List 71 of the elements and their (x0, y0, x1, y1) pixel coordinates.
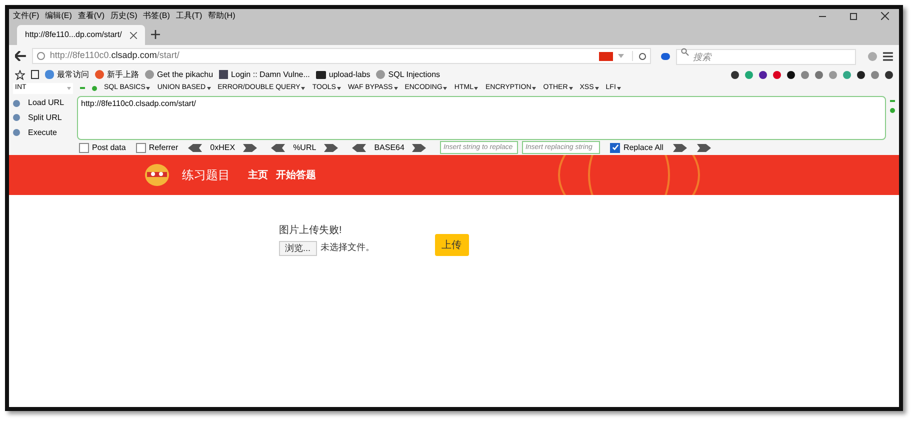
close-icon[interactable] (130, 32, 137, 38)
right-arrow-icon[interactable] (697, 144, 712, 152)
site-title: 练习题目 (182, 167, 230, 184)
flag-icon (599, 52, 614, 60)
left-arrow-icon[interactable] (188, 144, 202, 152)
nav-link[interactable]: 主页 (248, 168, 268, 182)
dropdown-icon (336, 86, 341, 90)
left-arrow-icon[interactable] (352, 144, 366, 152)
encoder-label: %URL (293, 142, 316, 154)
back-icon[interactable] (15, 51, 26, 61)
menu-item[interactable]: 历史(S) (110, 10, 138, 22)
dropdown-icon (146, 86, 150, 90)
left-arrow-icon[interactable] (271, 144, 286, 152)
hackbar-action[interactable]: Execute (13, 126, 73, 139)
right-arrow-icon[interactable] (324, 144, 338, 152)
bookmark-item[interactable]: Login :: Damn Vulne... (219, 68, 310, 80)
dropdown-icon (616, 86, 621, 90)
close-icon[interactable] (881, 12, 889, 20)
dropdown-icon (67, 86, 71, 90)
upload-button[interactable]: 上传 (434, 234, 469, 256)
encoder-label: 0xHEX (210, 142, 236, 154)
right-arrow-icon[interactable] (412, 144, 426, 152)
hackbar-action[interactable]: Load URL (13, 97, 73, 110)
bookmark-item[interactable]: 最常访问 (45, 68, 89, 80)
menu-item[interactable]: 编辑(E) (45, 10, 72, 22)
lion-logo-icon (144, 163, 170, 187)
replace-all-checkbox[interactable]: Replace All (610, 142, 664, 154)
checkbox[interactable] (79, 142, 89, 152)
bookmark-icon (45, 70, 54, 79)
dropdown-icon (301, 86, 306, 90)
checkbox[interactable] (610, 142, 620, 152)
star-icon[interactable] (15, 70, 25, 80)
option-checkbox[interactable]: Referrer (136, 142, 178, 154)
search-field[interactable]: 搜索 (676, 49, 856, 65)
file-status: 未选择文件。 (320, 241, 375, 254)
bookmark-icon (95, 70, 104, 79)
dropdown-icon (568, 86, 573, 90)
dropdown-icon (394, 86, 398, 90)
menu-item[interactable]: 书签(B) (143, 10, 170, 22)
browse-button[interactable]: 浏览... (279, 240, 317, 256)
dropdown-icon (532, 86, 536, 90)
nav-link[interactable]: 开始答题 (276, 168, 316, 182)
restore-icon[interactable] (850, 12, 857, 20)
url-textarea[interactable]: http://8fe110c0.clsadp.com/start/ (77, 96, 886, 140)
address-bar[interactable]: http://8fe110c0.clsadp.com/start/ (32, 48, 652, 64)
dropdown-icon (594, 86, 599, 90)
folder-icon (316, 70, 326, 78)
bookmark-item[interactable]: 新手上路 (95, 68, 139, 80)
search-icon (681, 48, 690, 56)
menu-item[interactable]: 文件(F) (13, 10, 40, 22)
option-checkbox[interactable]: Post data (79, 142, 126, 154)
dropdown-icon (206, 86, 211, 90)
new-tab-icon[interactable] (150, 30, 160, 39)
right-arrow-icon[interactable] (243, 144, 258, 152)
checkbox[interactable] (136, 142, 146, 152)
bookmark-item[interactable]: SQL Injections (376, 68, 440, 80)
right-arrow-icon[interactable] (673, 144, 688, 152)
bookmark-item[interactable]: upload-labs (316, 68, 370, 80)
dropdown-icon (474, 86, 478, 90)
extension-icon[interactable] (661, 52, 670, 60)
menu-item[interactable]: 帮助(H) (208, 10, 236, 22)
hackbar-action[interactable]: Split URL (13, 112, 73, 124)
encoder-label: BASE64 (374, 142, 404, 154)
menu-icon[interactable] (883, 52, 894, 60)
bookmark-item[interactable]: Get the pikachu (145, 68, 214, 80)
bookmark-icon (219, 70, 228, 79)
upload-message: 图片上传失败! (279, 224, 343, 238)
menu-item[interactable]: 工具(T) (176, 10, 202, 22)
browser-tab[interactable]: http://8fe110...dp.com/start/ (17, 25, 145, 45)
dropdown-icon (443, 86, 448, 90)
menu-item[interactable]: 查看(V) (78, 10, 105, 22)
